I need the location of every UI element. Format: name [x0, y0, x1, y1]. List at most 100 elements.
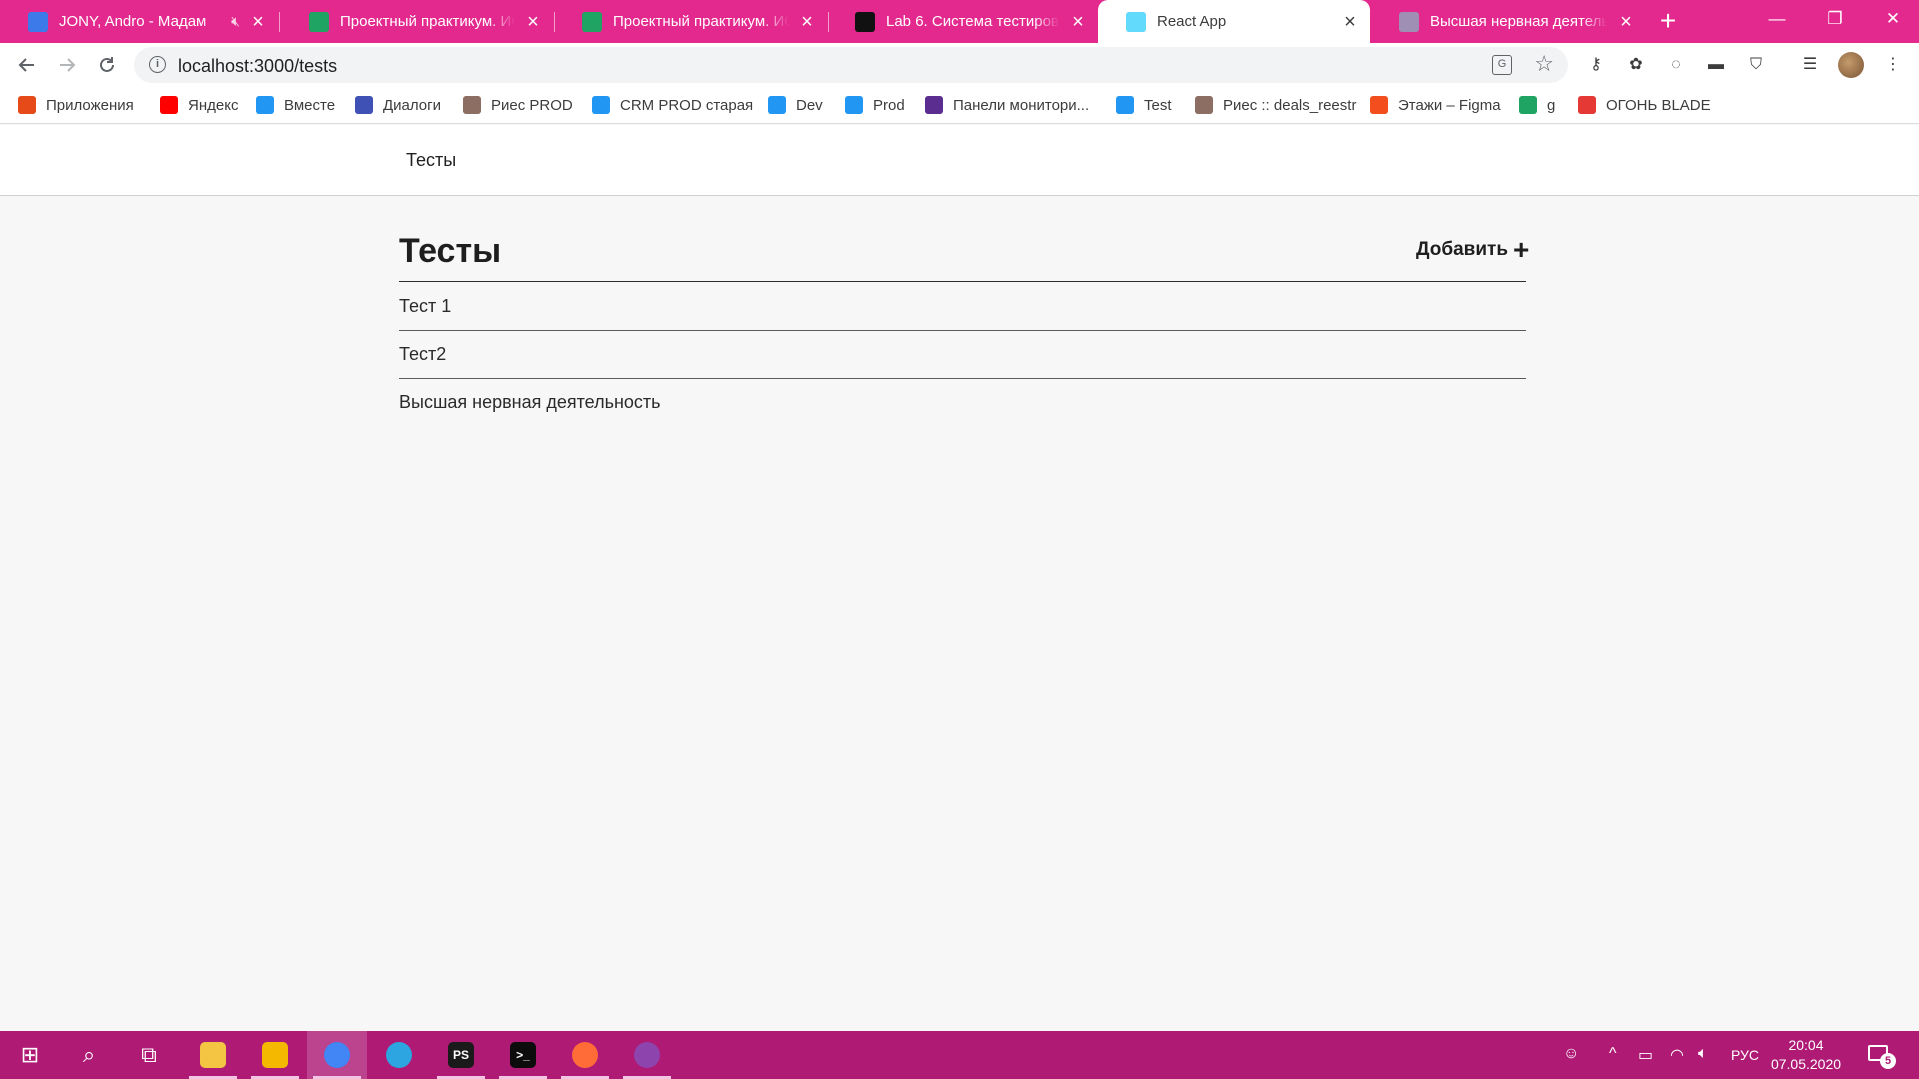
- browser-toolbar: i localhost:3000/tests G ☆ ⚷ ✿ ◌ ▬ ⛉ ☰ ⋮: [0, 43, 1919, 86]
- telegram-button[interactable]: [369, 1031, 429, 1079]
- close-tab-icon[interactable]: ×: [1614, 10, 1638, 34]
- start-button[interactable]: ⊞: [0, 1031, 60, 1079]
- close-window-button[interactable]: ✕: [1867, 0, 1919, 40]
- test-list-item[interactable]: Тест2: [399, 331, 1526, 378]
- browser-tab[interactable]: Lab 6. Система тестирования ×: [827, 0, 1098, 43]
- page-title: Тесты: [399, 232, 502, 270]
- chrome-icon: [324, 1042, 350, 1068]
- browser-tab[interactable]: Проектный практикум. ИСиТ ×: [281, 0, 553, 43]
- phpstorm-button[interactable]: PS: [431, 1031, 491, 1079]
- address-bar[interactable]: i localhost:3000/tests G ☆: [134, 47, 1568, 83]
- bookmark-label: Риес PROD: [491, 96, 573, 114]
- reload-button[interactable]: [91, 49, 123, 81]
- postman-button[interactable]: [555, 1031, 615, 1079]
- maximize-window-button[interactable]: ❐: [1809, 0, 1861, 40]
- back-button[interactable]: [11, 49, 43, 81]
- bookmark-item[interactable]: ОГОНЬ BLADE: [1578, 95, 1711, 115]
- translate-icon[interactable]: G: [1492, 55, 1512, 75]
- bookmark-item[interactable]: Яндекс: [160, 95, 238, 115]
- browser-tab[interactable]: Высшая нервная деятельность ×: [1371, 0, 1646, 43]
- language-indicator[interactable]: РУС: [1731, 1047, 1759, 1063]
- tab-title: Проектный практикум. ИСиТ: [613, 13, 789, 30]
- new-tab-button[interactable]: +: [1652, 6, 1684, 38]
- firefox-icon: [634, 1042, 660, 1068]
- site-info-icon[interactable]: i: [149, 56, 166, 73]
- close-tab-icon[interactable]: ×: [1066, 10, 1090, 34]
- browser-tab-strip: JONY, Andro - Мадам 🔇︎ × Проектный практику…: [0, 0, 1919, 43]
- close-tab-icon[interactable]: ×: [795, 10, 819, 34]
- terminal-icon: >_: [510, 1042, 536, 1068]
- people-icon[interactable]: ☺: [1563, 1045, 1579, 1063]
- profile-avatar[interactable]: [1838, 52, 1864, 78]
- firefox-button[interactable]: [617, 1031, 677, 1079]
- close-tab-icon[interactable]: ×: [1338, 10, 1362, 34]
- prod-icon: [845, 96, 863, 114]
- apps-grid-icon: [18, 96, 36, 114]
- address-url[interactable]: localhost:3000/tests: [178, 56, 337, 77]
- bookmark-item[interactable]: Prod: [845, 95, 905, 115]
- plus-icon: +: [1513, 234, 1530, 265]
- chrome-button[interactable]: [307, 1031, 367, 1079]
- tab-title: JONY, Andro - Мадам: [59, 13, 207, 30]
- monitoring-icon: [925, 96, 943, 114]
- title-divider: [399, 281, 1526, 282]
- system-clock[interactable]: 20:04 07.05.2020: [1770, 1036, 1842, 1074]
- browser-tab[interactable]: Проектный практикум. ИСиТ ×: [554, 0, 827, 43]
- bookmark-item[interactable]: g: [1519, 95, 1555, 115]
- circle-extension-icon[interactable]: ◌: [1666, 55, 1686, 75]
- close-tab-icon[interactable]: ×: [246, 10, 270, 34]
- wifi-icon[interactable]: ◠: [1670, 1045, 1684, 1065]
- windows-taskbar: ⊞ ⌕ ⧉ PS >_ ☺ ^ ▭ ◠ 🔈︎ РУС 20:04 07.05.2020 …: [0, 1031, 1919, 1079]
- bookmark-label: Яндекс: [188, 96, 239, 114]
- nav-link-tests[interactable]: Тесты: [406, 150, 456, 171]
- shield-extension-icon[interactable]: ⛉: [1746, 55, 1766, 75]
- browser-tab[interactable]: JONY, Andro - Мадам 🔇︎ ×: [0, 0, 278, 43]
- tab-separator: [279, 12, 280, 32]
- action-center-button[interactable]: 5: [1866, 1041, 1896, 1069]
- bookmark-label: Этажи – Figma: [1398, 96, 1501, 114]
- bookmark-item[interactable]: Test: [1116, 95, 1172, 115]
- gnome-extension-icon[interactable]: ✿: [1626, 55, 1646, 75]
- bookmark-item[interactable]: Диалоги: [355, 95, 441, 115]
- start-icon: ⊞: [20, 1042, 40, 1067]
- bookmark-item[interactable]: Риес :: deals_reestr: [1195, 95, 1356, 115]
- add-test-button[interactable]: Добавить +: [1416, 234, 1530, 265]
- test-list-item[interactable]: Тест 1: [399, 283, 1526, 330]
- bookmark-label: Test: [1144, 96, 1172, 114]
- bookmark-item[interactable]: CRM PROD старая: [592, 95, 753, 115]
- muted-speaker-icon[interactable]: 🔇︎: [231, 13, 240, 30]
- bookmark-star-icon[interactable]: ☆: [1534, 51, 1554, 77]
- bookmark-item[interactable]: Риес PROD: [463, 95, 573, 115]
- media-control-icon[interactable]: ☰: [1800, 55, 1820, 75]
- key-extension-icon[interactable]: ⚷: [1586, 55, 1606, 75]
- close-tab-icon[interactable]: ×: [521, 10, 545, 34]
- show-hidden-icons[interactable]: ^: [1609, 1045, 1617, 1063]
- bookmark-label: ОГОНЬ BLADE: [1606, 96, 1711, 114]
- task-view-button[interactable]: ⧉: [119, 1031, 179, 1079]
- tab-title: Lab 6. Система тестирования: [886, 13, 1060, 30]
- bookmark-item[interactable]: Dev: [768, 95, 823, 115]
- tips-app-button[interactable]: [245, 1031, 305, 1079]
- google-sheets-icon: [582, 11, 602, 32]
- bookmark-item[interactable]: Вместе: [256, 95, 335, 115]
- search-icon: ⌕: [82, 1042, 96, 1067]
- terminal-extension-icon[interactable]: ▬: [1706, 55, 1726, 75]
- forward-arrow-icon: [60, 58, 76, 72]
- telegram-icon: [386, 1042, 412, 1068]
- minimize-window-button[interactable]: —: [1751, 0, 1803, 40]
- search-button[interactable]: ⌕: [59, 1031, 119, 1079]
- forward-button[interactable]: [51, 49, 83, 81]
- bookmark-item[interactable]: Этажи – Figma: [1370, 95, 1501, 115]
- bookmarks-bar: Приложения Яндекс Вместе Диалоги Риес PROD CR…: [0, 86, 1919, 124]
- chrome-menu-icon[interactable]: ⋮: [1883, 55, 1903, 75]
- clock-time: 20:04: [1788, 1037, 1824, 1053]
- browser-tab[interactable]: React App ×: [1098, 0, 1370, 43]
- file-explorer-button[interactable]: [183, 1031, 243, 1079]
- bookmark-item[interactable]: Панели монитори...: [925, 95, 1089, 115]
- test-list-item[interactable]: Высшая нервная деятельность: [399, 379, 1526, 426]
- bookmark-item[interactable]: Приложения: [18, 95, 134, 115]
- terminal-button[interactable]: >_: [493, 1031, 553, 1079]
- google-sheets-icon: [1519, 96, 1537, 114]
- battery-icon[interactable]: ▭: [1638, 1045, 1653, 1065]
- volume-icon[interactable]: 🔈︎: [1698, 1045, 1708, 1063]
